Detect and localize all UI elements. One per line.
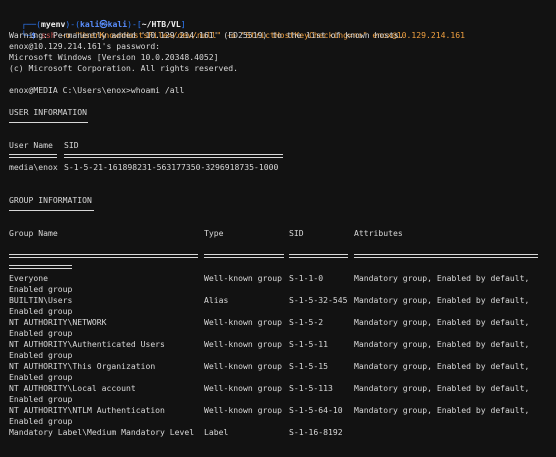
group-row-attributes-cont: Enabled group <box>9 306 73 316</box>
group-row-sid: S-1-5-113 <box>289 383 333 393</box>
user-sid-rule <box>64 154 283 158</box>
group-row-attributes-cont: Enabled group <box>9 394 73 404</box>
group-sid-rule <box>289 254 348 258</box>
group-row-attributes: Mandatory group, Enabled by default, <box>354 339 530 349</box>
group-info-title: GROUP INFORMATION <box>9 195 92 205</box>
terminal-window[interactable]: ┌──(myenv)-(kali㉿kali)-[~/HTB/VL] └─$ ss… <box>0 0 556 457</box>
group-row-attributes-cont: Enabled group <box>9 328 73 338</box>
group-row-type: Well-known group <box>204 273 282 283</box>
copyright-line: (c) Microsoft Corporation. All rights re… <box>9 63 239 73</box>
user-sid-header: SID <box>64 140 79 150</box>
user-name-header: User Name <box>9 140 53 150</box>
group-row-name: NT AUTHORITY\NETWORK <box>9 317 107 327</box>
group-row-name: NT AUTHORITY\NTLM Authentication <box>9 405 165 415</box>
group-name-rule <box>9 254 198 258</box>
group-row-sid: S-1-5-32-545 <box>289 295 348 305</box>
group-row-attributes-cont: Enabled group <box>9 372 73 382</box>
group-row-attributes-cont: Enabled group <box>9 350 73 360</box>
ssh-warning: Warning: Permanently added '10.129.214.1… <box>9 30 404 40</box>
group-row-name: Everyone <box>9 273 48 283</box>
group-row-sid: S-1-5-2 <box>289 317 324 327</box>
group-row-attributes-cont: Enabled group <box>9 416 73 426</box>
user-name-value: media\enox <box>9 162 58 172</box>
group-row-type: Well-known group <box>204 383 282 393</box>
group-row-attributes: Mandatory group, Enabled by default, <box>354 295 530 305</box>
group-row-attributes: Mandatory group, Enabled by default, <box>354 273 530 283</box>
group-sid-header: SID <box>289 228 304 238</box>
user-info-title: USER INFORMATION <box>9 107 87 117</box>
group-type-header: Type <box>204 228 224 238</box>
group-row-attributes-cont: Enabled group <box>9 284 73 294</box>
group-row-sid: S-1-5-64-10 <box>289 405 343 415</box>
user-sid-value: S-1-5-21-161898231-563177350-3296918735-… <box>64 162 279 172</box>
group-row-type: Alias <box>204 295 229 305</box>
group-row-name: NT AUTHORITY\This Organization <box>9 361 156 371</box>
group-row-type: Well-known group <box>204 405 282 415</box>
group-row-attributes: Mandatory group, Enabled by default, <box>354 383 530 393</box>
group-row-type: Well-known group <box>204 339 282 349</box>
group-row-name: NT AUTHORITY\Local account <box>9 383 136 393</box>
group-row-sid: S-1-5-11 <box>289 339 328 349</box>
group-row-name: Mandatory Label\Medium Mandatory Level <box>9 427 195 437</box>
group-row-attributes: Mandatory group, Enabled by default, <box>354 317 530 327</box>
group-row-attributes: Mandatory group, Enabled by default, <box>354 405 530 415</box>
group-type-rule <box>204 254 284 258</box>
group-row-name: BUILTIN\Users <box>9 295 73 305</box>
user-info-underline <box>9 122 88 123</box>
group-name-header: Group Name <box>9 228 58 238</box>
group-name-rule-wrap <box>9 265 72 269</box>
group-row-name: NT AUTHORITY\Authenticated Users <box>9 339 165 349</box>
group-info-underline <box>9 210 94 211</box>
password-prompt: enox@10.129.214.161's password: <box>9 41 161 51</box>
group-row-attributes: Mandatory group, Enabled by default, <box>354 361 530 371</box>
group-row-sid: S-1-16-8192 <box>289 427 343 437</box>
user-name-rule <box>9 154 57 158</box>
group-row-sid: S-1-5-15 <box>289 361 328 371</box>
group-attributes-header: Attributes <box>354 228 403 238</box>
group-row-type: Well-known group <box>204 317 282 327</box>
group-row-type: Well-known group <box>204 361 282 371</box>
group-row-type: Label <box>204 427 229 437</box>
group-attributes-rule <box>354 254 538 258</box>
windows-version: Microsoft Windows [Version 10.0.20348.40… <box>9 52 219 62</box>
cmd-prompt: enox@MEDIA C:\Users\enox>whoami /all <box>9 85 185 95</box>
group-row-sid: S-1-1-0 <box>289 273 324 283</box>
